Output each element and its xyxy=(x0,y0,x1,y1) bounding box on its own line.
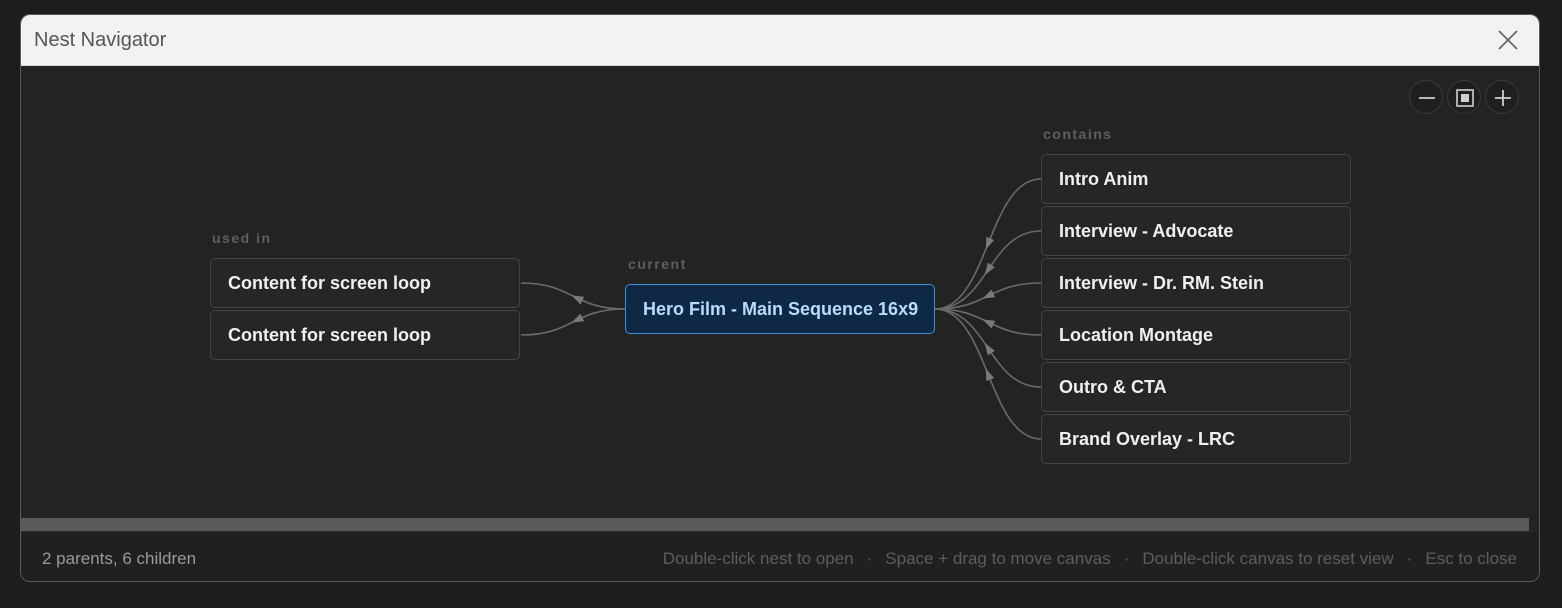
edge-arrowhead xyxy=(571,295,585,305)
hint-separator: · xyxy=(1123,549,1130,568)
status-bar: 2 parents, 6 children Double-click nest … xyxy=(21,531,1539,581)
hint-open: Double-click nest to open xyxy=(662,549,854,568)
edge-arrowhead xyxy=(982,319,996,329)
nest-navigator-window: Nest Navigator used in current contains … xyxy=(20,14,1540,582)
hint-separator: · xyxy=(866,549,873,568)
zoom-in-button[interactable] xyxy=(1485,80,1519,114)
edge-arrowhead xyxy=(984,343,995,356)
graph-canvas[interactable]: used in current contains Content for scr… xyxy=(21,66,1539,518)
horizontal-scrollbar[interactable] xyxy=(21,518,1529,531)
hint-reset: Double-click canvas to reset view xyxy=(1142,549,1394,568)
title-bar: Nest Navigator xyxy=(21,15,1539,66)
minus-icon xyxy=(1419,97,1435,99)
zoom-out-button[interactable] xyxy=(1409,80,1443,114)
current-node[interactable]: Hero Film - Main Sequence 16x9 xyxy=(625,284,935,334)
fit-view-icon xyxy=(1456,89,1474,107)
shortcut-hints: Double-click nest to open · Space + drag t… xyxy=(663,549,1517,569)
close-icon xyxy=(1498,30,1518,50)
plus-icon xyxy=(1495,90,1511,106)
hint-move: Space + drag to move canvas xyxy=(885,549,1111,568)
edge-arrowhead xyxy=(571,313,585,323)
parent-node[interactable]: Content for screen loop xyxy=(210,310,520,360)
edge-arrowhead xyxy=(984,262,995,275)
hint-close: Esc to close xyxy=(1425,549,1517,568)
edge-arrowhead xyxy=(985,368,995,382)
window-title: Nest Navigator xyxy=(34,29,167,51)
hint-separator: · xyxy=(1406,549,1413,568)
child-node[interactable]: Interview - Advocate xyxy=(1041,206,1351,256)
edge-arrowhead xyxy=(982,289,996,299)
child-node[interactable]: Outro & CTA xyxy=(1041,362,1351,412)
parent-node[interactable]: Content for screen loop xyxy=(210,258,520,308)
fit-view-button[interactable] xyxy=(1447,80,1481,114)
close-button[interactable] xyxy=(1495,27,1521,53)
used-in-label: used in xyxy=(212,230,272,246)
child-node[interactable]: Location Montage xyxy=(1041,310,1351,360)
contains-label: contains xyxy=(1043,126,1113,142)
child-node[interactable]: Interview - Dr. RM. Stein xyxy=(1041,258,1351,308)
child-node[interactable]: Intro Anim xyxy=(1041,154,1351,204)
current-label: current xyxy=(628,256,687,272)
graph-summary: 2 parents, 6 children xyxy=(42,549,197,568)
child-node[interactable]: Brand Overlay - LRC xyxy=(1041,414,1351,464)
edge-arrowhead xyxy=(985,236,995,250)
